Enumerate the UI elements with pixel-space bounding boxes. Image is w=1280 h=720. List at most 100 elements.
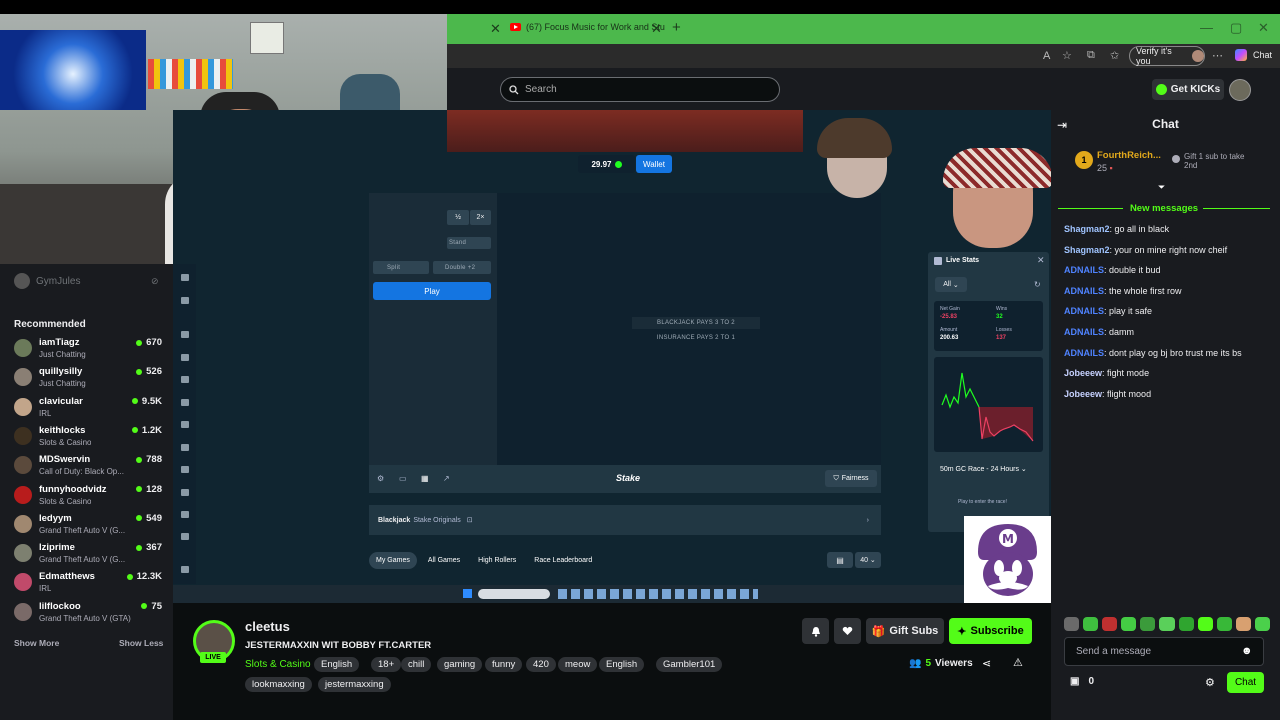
fairness-button[interactable]: ⛉ Fairness — [825, 470, 877, 487]
sidebar-icon[interactable] — [181, 533, 189, 540]
sidebar-item-iamtiagz[interactable]: iamTiagz Just Chatting 670 — [14, 337, 162, 365]
stream-tag[interactable]: gaming — [437, 657, 483, 672]
show-less-button[interactable]: Show Less — [119, 638, 163, 648]
sidebar-icon[interactable] — [181, 331, 189, 338]
tab-high-rollers[interactable]: High Rollers — [471, 552, 523, 569]
emote[interactable] — [1140, 617, 1156, 631]
chat-username[interactable]: Shagman2 — [1064, 224, 1110, 234]
tab-race-leaderboard[interactable]: Race Leaderboard — [527, 552, 599, 569]
sidebar-icon[interactable] — [181, 566, 189, 573]
emote[interactable] — [1121, 617, 1137, 631]
tab-all-games[interactable]: All Games — [421, 552, 467, 569]
emoji-picker-icon[interactable]: ☻ — [1241, 645, 1253, 657]
windows-start-icon[interactable] — [463, 589, 472, 598]
emote[interactable] — [1235, 617, 1251, 631]
double-button[interactable]: Double +2 — [433, 261, 491, 274]
emote[interactable] — [1102, 617, 1118, 631]
subscribe-button[interactable]: ✦ Subscribe — [949, 618, 1032, 644]
emote[interactable] — [1216, 617, 1232, 631]
sidebar-item-lziprime[interactable]: lziprime Grand Theft Auto V (G... 367 — [14, 542, 162, 570]
stream-tag[interactable]: lookmaxxing — [245, 677, 312, 692]
stream-tag[interactable]: meow — [558, 657, 598, 672]
emote[interactable] — [1197, 617, 1213, 631]
half-bet-button[interactable]: ½ — [447, 210, 469, 225]
kicks-balance[interactable]: ▣ 0 — [1070, 676, 1094, 687]
chat-username[interactable]: ADNAILS — [1064, 348, 1104, 358]
user-avatar[interactable] — [1229, 79, 1251, 101]
following-item[interactable]: GymJules — [14, 273, 80, 289]
channel-name[interactable]: cleetus — [245, 619, 290, 634]
maximize-icon[interactable]: ▢ — [1230, 20, 1242, 36]
read-aloud-icon[interactable]: A — [1043, 50, 1050, 62]
balance-display[interactable]: 29.97 — [578, 155, 635, 173]
sidebar-icon[interactable] — [181, 489, 189, 496]
minimize-icon[interactable]: — — [1200, 20, 1213, 35]
taskbar-apps[interactable] — [558, 589, 758, 599]
sidebar-item-clavicular[interactable]: clavicular IRL 9.5K — [14, 396, 162, 424]
chat-username[interactable]: Jobeeew — [1064, 368, 1102, 378]
chat-username[interactable]: ADNAILS — [1064, 306, 1104, 316]
wallet-button[interactable]: Wallet — [636, 155, 672, 173]
stream-tag[interactable]: English — [599, 657, 645, 672]
chat-username[interactable]: ADNAILS — [1064, 327, 1104, 337]
double-bet-button[interactable]: 2× — [470, 210, 491, 225]
follow-heart-button[interactable] — [834, 618, 861, 644]
sidebar-item-ledyym[interactable]: ledyym Grand Theft Auto V (G... 549 — [14, 513, 162, 541]
more-options-icon[interactable]: ⋯ — [1212, 49, 1223, 62]
bookmark-icon[interactable]: ⊡ — [467, 516, 473, 524]
sidebar-item-quillysilly[interactable]: quillysilly Just Chatting 526 — [14, 366, 162, 394]
chat-username[interactable]: Shagman2 — [1064, 245, 1110, 255]
chat-username[interactable]: ADNAILS — [1064, 265, 1104, 275]
sidebar-icon[interactable] — [181, 297, 189, 304]
new-tab-icon[interactable]: + — [672, 19, 681, 36]
split-button[interactable]: Split — [373, 261, 429, 274]
sidebar-icon[interactable] — [181, 511, 189, 518]
emote[interactable] — [1064, 617, 1080, 631]
emote[interactable] — [1178, 617, 1194, 631]
bell-icon[interactable] — [802, 618, 829, 644]
stream-tag[interactable]: 18+ — [371, 657, 402, 672]
sidebar-item-keithlocks[interactable]: keithlocks Slots & Casino 1.2K — [14, 425, 162, 453]
game-info-row[interactable]: Blackjack Stake Originals ⊡ › — [369, 505, 881, 535]
verify-profile-button[interactable]: Verify it's you — [1129, 46, 1205, 66]
page-size-select[interactable]: 40 ⌄ — [855, 552, 881, 568]
emote[interactable] — [1254, 617, 1271, 631]
copilot-chat-label[interactable]: Chat — [1253, 50, 1272, 60]
sidebar-icon[interactable] — [181, 444, 189, 451]
show-more-button[interactable]: Show More — [14, 638, 59, 648]
sidebar-icon[interactable] — [181, 376, 189, 383]
stream-tag[interactable]: jestermaxxing — [318, 677, 391, 692]
search-input[interactable]: Search — [500, 77, 780, 102]
close-tab-icon[interactable]: ✕ — [651, 21, 662, 37]
stats-filter-select[interactable]: All ⌄ — [935, 277, 967, 292]
close-tab-icon[interactable]: ✕ — [490, 21, 501, 37]
stream-tag[interactable]: English — [314, 657, 360, 672]
taskbar-search[interactable] — [478, 589, 550, 599]
expand-leaderboard-icon[interactable]: ⏷ — [1158, 182, 1165, 193]
sidebar-icon[interactable] — [181, 354, 189, 361]
sidebar-icon[interactable] — [181, 274, 189, 281]
sidebar-item-funnyhoodvidz[interactable]: funnyhoodvidz Slots & Casino 128 — [14, 484, 162, 512]
chat-settings-gear-icon[interactable]: ⚙ — [1205, 676, 1215, 689]
stand-button[interactable]: Stand — [447, 237, 491, 249]
play-button[interactable]: Play — [373, 282, 491, 300]
table-icon[interactable]: ▤ — [827, 552, 853, 568]
gift-sub-prompt[interactable]: Gift 1 sub to take 2nd — [1184, 152, 1254, 170]
sidebar-icon[interactable] — [181, 399, 189, 406]
popout-icon[interactable]: ↗ — [443, 474, 450, 483]
sidebar-icon[interactable] — [181, 466, 189, 473]
theatre-icon[interactable]: ▭ — [399, 474, 407, 483]
top-gifter-name[interactable]: FourthReich... — [1097, 150, 1161, 161]
settings-icon[interactable]: ⚙ — [377, 474, 384, 483]
stats-icon[interactable]: ▦ — [421, 474, 429, 483]
race-select[interactable]: 50m GC Race - 24 Hours ⌄ — [940, 465, 1027, 473]
stream-tag[interactable]: funny — [485, 657, 523, 672]
stream-tag[interactable]: chill — [401, 657, 432, 672]
report-icon[interactable]: ⚠ — [1013, 656, 1023, 669]
stream-tag[interactable]: 420 — [526, 657, 556, 672]
copilot-icon[interactable] — [1235, 49, 1247, 61]
close-icon[interactable]: ✕ — [1037, 255, 1045, 266]
emote[interactable] — [1083, 617, 1099, 631]
get-kicks-button[interactable]: Get KICKs — [1152, 79, 1224, 100]
chat-username[interactable]: Jobeeew — [1064, 389, 1102, 399]
